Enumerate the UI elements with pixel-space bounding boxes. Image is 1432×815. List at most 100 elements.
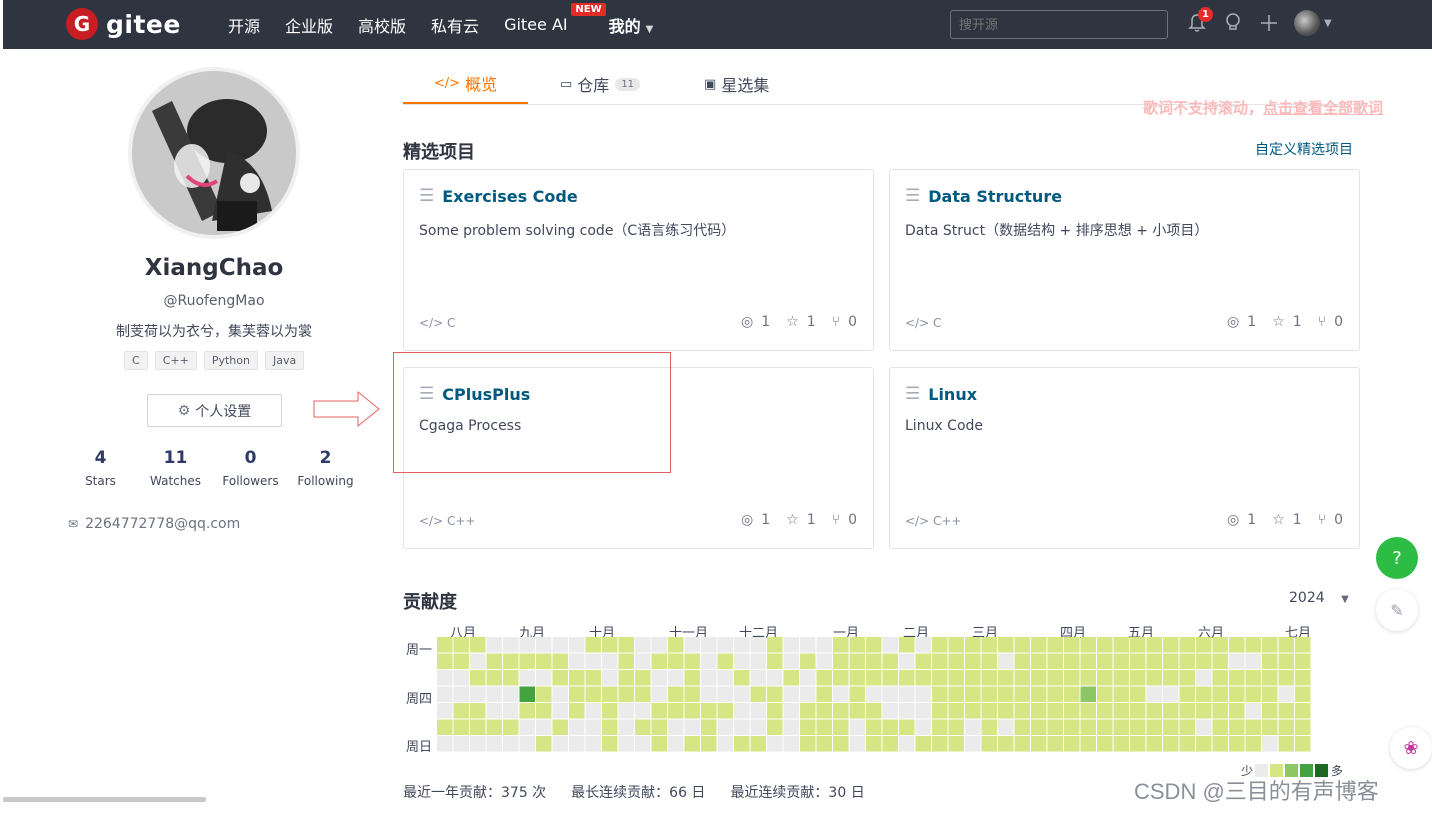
contribution-cell[interactable] (998, 637, 1014, 653)
watch-stat[interactable]: ◎ 1 (733, 314, 770, 330)
project-card[interactable]: ☰ Data Structure Data Struct（数据结构 + 排序思想… (889, 169, 1360, 351)
contribution-cell[interactable] (833, 686, 849, 703)
contribution-cell[interactable] (899, 670, 915, 686)
contribution-cell[interactable] (503, 736, 519, 752)
contribution-cell[interactable] (734, 670, 750, 686)
contribution-cell[interactable] (800, 736, 816, 752)
contribution-cell[interactable] (833, 670, 849, 686)
help-button[interactable]: ? (1376, 537, 1418, 579)
contribution-cell[interactable] (1080, 653, 1097, 670)
contribution-cell[interactable] (1097, 637, 1113, 653)
contribution-cell[interactable] (1130, 719, 1146, 736)
contribution-cell[interactable] (1130, 686, 1146, 703)
contribution-cell[interactable] (1212, 736, 1229, 752)
contribution-cell[interactable] (1014, 703, 1031, 719)
contribution-cell[interactable] (618, 653, 635, 670)
contribution-cell[interactable] (767, 736, 783, 752)
contribution-cell[interactable] (1163, 670, 1179, 686)
contribution-cell[interactable] (536, 736, 552, 752)
contribution-cell[interactable] (866, 653, 882, 670)
contribution-cell[interactable] (486, 686, 503, 703)
tab-repos[interactable]: ▭ 仓库 11 (560, 64, 641, 104)
contribution-cell[interactable] (833, 736, 849, 752)
contribution-cell[interactable] (1047, 637, 1064, 653)
contribution-cell[interactable] (569, 736, 585, 752)
plus-icon[interactable] (1258, 8, 1280, 38)
contribution-cell[interactable] (800, 637, 816, 653)
contribution-cell[interactable] (602, 637, 618, 653)
contribution-cell[interactable] (635, 736, 651, 752)
contribution-cell[interactable] (783, 736, 800, 752)
contribution-cell[interactable] (932, 653, 948, 670)
contribution-cell[interactable] (1014, 736, 1031, 752)
contribution-cell[interactable] (734, 686, 750, 703)
contribution-cell[interactable] (1047, 703, 1064, 719)
contribution-cell[interactable] (437, 719, 453, 736)
contribution-cell[interactable] (750, 653, 767, 670)
contribution-cell[interactable] (470, 670, 486, 686)
contribution-cell[interactable] (651, 703, 668, 719)
contribution-cell[interactable] (717, 686, 734, 703)
contribution-cell[interactable] (1163, 719, 1179, 736)
contribution-cell[interactable] (503, 703, 519, 719)
contribution-cell[interactable] (816, 736, 833, 752)
contribution-cell[interactable] (833, 719, 849, 736)
contribution-cell[interactable] (1278, 686, 1295, 703)
contribution-cell[interactable] (1080, 719, 1097, 736)
contribution-cell[interactable] (882, 670, 899, 686)
contribution-cell[interactable] (816, 686, 833, 703)
contribution-cell[interactable] (1262, 653, 1278, 670)
contribution-cell[interactable] (1179, 719, 1196, 736)
contribution-cell[interactable] (1212, 719, 1229, 736)
project-card[interactable]: ☰ Exercises Code Some problem solving co… (403, 169, 874, 351)
contribution-cell[interactable] (717, 703, 734, 719)
contribution-cell[interactable] (1113, 736, 1130, 752)
contribution-cell[interactable] (882, 637, 899, 653)
contribution-cell[interactable] (1130, 670, 1146, 686)
contribution-cell[interactable] (1278, 653, 1295, 670)
contribution-cell[interactable] (1163, 653, 1179, 670)
contribution-cell[interactable] (1262, 719, 1278, 736)
contribution-cell[interactable] (585, 703, 602, 719)
contribution-cell[interactable] (1245, 686, 1262, 703)
contribution-cell[interactable] (503, 719, 519, 736)
contribution-cell[interactable] (915, 703, 932, 719)
contribution-cell[interactable] (1262, 637, 1278, 653)
contribution-cell[interactable] (866, 736, 882, 752)
contribution-cell[interactable] (668, 637, 684, 653)
contribution-cell[interactable] (552, 719, 569, 736)
contribution-cell[interactable] (635, 703, 651, 719)
contribution-cell[interactable] (734, 736, 750, 752)
personal-settings-button[interactable]: ⚙ 个人设置 (147, 394, 282, 427)
fork-stat[interactable]: ⑂ 0 (1310, 314, 1343, 330)
drag-handle-icon[interactable]: ☰ (905, 384, 920, 404)
contribution-cell[interactable] (701, 653, 717, 670)
project-title[interactable]: Data Structure (928, 187, 1062, 206)
contribution-cell[interactable] (965, 686, 981, 703)
contribution-cell[interactable] (453, 686, 470, 703)
contribution-cell[interactable] (1229, 719, 1245, 736)
nav-item-education[interactable]: 高校版 (358, 13, 406, 37)
contribution-cell[interactable] (536, 719, 552, 736)
contribution-cell[interactable] (1031, 637, 1047, 653)
contribution-cell[interactable] (1262, 736, 1278, 752)
contribution-cell[interactable] (519, 719, 536, 736)
feedback-button[interactable]: ✎ (1376, 589, 1418, 631)
contribution-cell[interactable] (1196, 670, 1212, 686)
contribution-cell[interactable] (651, 736, 668, 752)
contribution-cell[interactable] (948, 703, 965, 719)
contribution-cell[interactable] (602, 736, 618, 752)
contribution-cell[interactable] (849, 703, 866, 719)
contribution-cell[interactable] (948, 736, 965, 752)
contribution-cell[interactable] (1163, 686, 1179, 703)
contribution-cell[interactable] (998, 736, 1014, 752)
contribution-cell[interactable] (1113, 719, 1130, 736)
contribution-cell[interactable] (899, 719, 915, 736)
contribution-cell[interactable] (536, 703, 552, 719)
contribution-cell[interactable] (981, 719, 998, 736)
contribution-cell[interactable] (503, 686, 519, 703)
contribution-cell[interactable] (882, 653, 899, 670)
contribution-cell[interactable] (1080, 637, 1097, 653)
star-stat[interactable]: ☆ 1 (1264, 512, 1301, 528)
nav-item-private-cloud[interactable]: 私有云 (431, 13, 479, 37)
